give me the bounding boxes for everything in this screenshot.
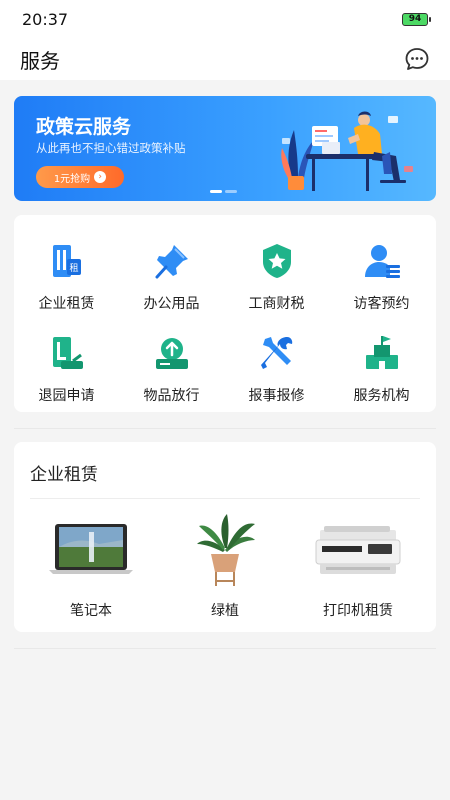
lease-icon: 租 [52, 245, 81, 277]
divider [14, 648, 436, 649]
potted-plant-image [197, 514, 255, 586]
badge-icon [262, 244, 291, 278]
service-item-institution[interactable]: 服务机构 [329, 333, 434, 405]
service-label: 服务机构 [353, 388, 410, 404]
battery-level: 94 [408, 14, 422, 24]
tools-icon [260, 337, 292, 369]
promo-banner[interactable]: 政策云服务 从此再也不担心错过政策补贴 1元抢购 › [14, 96, 436, 201]
title-bar: 服务 [0, 38, 450, 80]
printer-image [315, 526, 401, 574]
service-item-office-supplies[interactable]: 办公用品 [119, 241, 224, 313]
status-time: 20:37 [22, 9, 69, 29]
service-label: 办公用品 [143, 296, 200, 312]
service-label: 访客预约 [353, 296, 410, 312]
banner-buy-label: 1元抢购 [53, 173, 91, 185]
rental-section: 企业租赁 笔记本 绿植 打印机租赁 [14, 442, 436, 632]
pagination-dot [210, 190, 222, 193]
divider [14, 428, 436, 429]
laptop-image [49, 524, 133, 574]
rental-item-label: 打印机租赁 [323, 603, 393, 619]
rental-item-plant[interactable]: 绿植 [165, 510, 285, 620]
service-item-exit-request[interactable]: 退园申请 [14, 333, 119, 405]
service-label: 工商财税 [248, 296, 305, 312]
pagination-dot [225, 190, 237, 193]
rental-item-laptop[interactable]: 笔记本 [31, 510, 151, 620]
service-item-lease[interactable]: 租 企业租赁 [14, 241, 119, 313]
service-label: 退园申请 [38, 388, 95, 404]
rental-section-title: 企业租赁 [30, 465, 98, 485]
rental-item-printer[interactable]: 打印机租赁 [298, 510, 418, 620]
service-item-report-repair[interactable]: 报事报修 [224, 333, 329, 405]
upload-tray-icon [155, 338, 188, 369]
service-label: 物品放行 [143, 388, 200, 404]
banner-title: 政策云服务 [36, 116, 132, 138]
rental-item-label: 绿植 [211, 603, 239, 619]
exit-icon [52, 337, 83, 369]
status-bar: 20:37 94 [0, 0, 450, 38]
service-item-business-tax[interactable]: 工商财税 [224, 241, 329, 313]
banner-subtitle: 从此再也不担心错过政策补贴 [36, 141, 186, 155]
divider [30, 498, 420, 499]
service-item-visitor[interactable]: 访客预约 [329, 241, 434, 313]
visitor-icon [364, 245, 400, 278]
pushpin-icon [155, 245, 188, 279]
rental-item-label: 笔记本 [70, 603, 112, 619]
page-title: 服务 [20, 48, 60, 73]
battery-icon: 94 [402, 12, 431, 26]
banner-buy-button[interactable]: 1元抢购 › [36, 166, 124, 188]
institution-icon [365, 336, 398, 369]
top-area: 20:37 94 服务 [0, 0, 450, 80]
service-grid: 租 企业租赁 办公用品 工商财税 访客预约 退园申请 物品放行 报事报修 服务机… [14, 215, 436, 412]
service-label: 报事报修 [248, 388, 305, 404]
message-icon[interactable] [404, 46, 430, 72]
service-label: 企业租赁 [38, 296, 95, 312]
service-item-goods-release[interactable]: 物品放行 [119, 333, 224, 405]
chevron-right-icon: › [94, 171, 107, 183]
banner-pagination [210, 190, 237, 193]
svg-text:租: 租 [69, 263, 78, 274]
person-at-desk-illustration [281, 111, 413, 191]
